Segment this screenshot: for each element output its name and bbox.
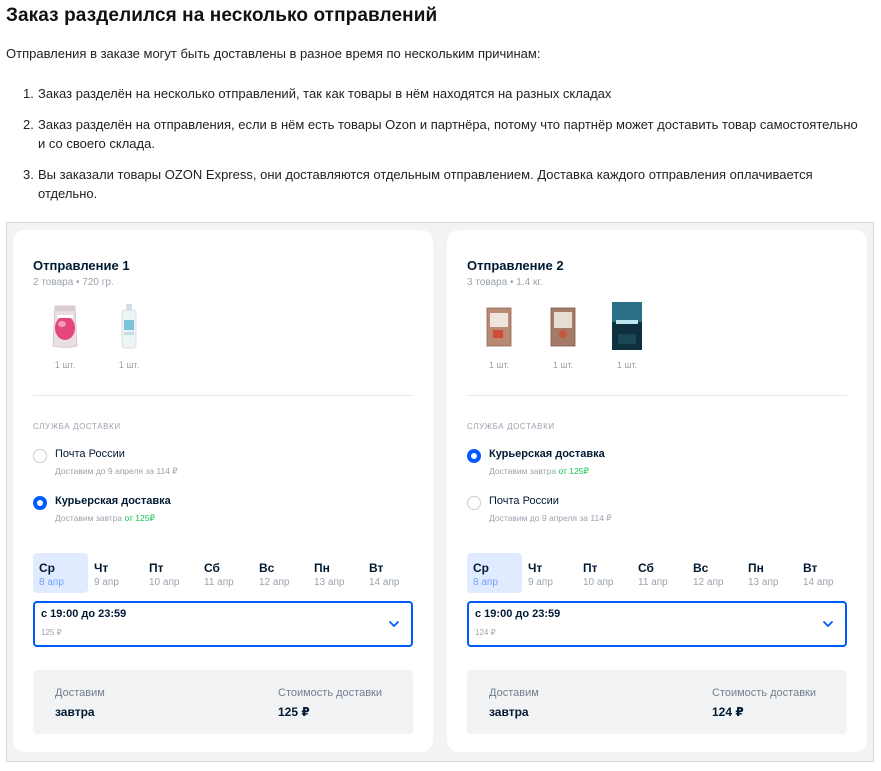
day-picker: Ср 8 апр Чт 9 апр Пт 10 апр Сб 11 апр Вс 12 а… bbox=[467, 553, 852, 593]
deliver-value: завтра bbox=[489, 705, 529, 719]
shipment-card-1: Отправление 1 2 товара • 720 гр. 1 шт. 1… bbox=[13, 230, 433, 752]
delivery-service-label: СЛУЖБА ДОСТАВКИ bbox=[33, 422, 121, 431]
time-slot-label: с 19:00 до 23:59 bbox=[41, 608, 127, 620]
day-tab-selected[interactable]: Ср 8 апр bbox=[467, 553, 522, 593]
day-tab[interactable]: Чт 9 апр bbox=[522, 553, 577, 593]
page-title: Заказ разделился на несколько отправлени… bbox=[6, 5, 438, 26]
product-qty: 1 шт. bbox=[488, 360, 510, 370]
day-tab[interactable]: Пт 10 апр bbox=[143, 553, 198, 593]
shipments-frame: Отправление 1 2 товара • 720 гр. 1 шт. 1… bbox=[6, 222, 874, 762]
product-thumbnails: 1 шт. 1 шт. bbox=[33, 300, 161, 370]
option-description: Доставим до 9 апреля за 114 ₽ bbox=[55, 466, 178, 476]
book-dark-product-icon bbox=[607, 300, 647, 352]
reason-number: 3. bbox=[23, 167, 34, 182]
chevron-down-icon bbox=[389, 621, 399, 627]
delivery-summary: Доставим завтра Стоимость доставки 125 ₽ bbox=[33, 670, 413, 734]
shipment-title: Отправление 2 bbox=[467, 258, 564, 273]
reason-number: 2. bbox=[23, 117, 34, 132]
day-tab[interactable]: Сб 11 апр bbox=[198, 553, 253, 593]
product-thumb[interactable]: 1 шт. bbox=[595, 300, 659, 370]
shipment-subtitle: 2 товара • 720 гр. bbox=[33, 277, 114, 288]
product-thumb[interactable]: 1 шт. bbox=[97, 300, 161, 370]
cost-value: 125 ₽ bbox=[278, 705, 310, 719]
reason-item: 3. Вы заказали товары OZON Express, они д… bbox=[23, 165, 868, 203]
reason-text: Вы заказали товары OZON Express, они дос… bbox=[38, 167, 813, 201]
day-tab-selected[interactable]: Ср 8 апр bbox=[33, 553, 88, 593]
radio-button[interactable] bbox=[33, 449, 47, 463]
divider bbox=[33, 395, 413, 396]
day-tab[interactable]: Пт 10 апр bbox=[577, 553, 632, 593]
product-thumb[interactable]: 1 шт. bbox=[33, 300, 97, 370]
product-thumbnails: 1 шт. 1 шт. bbox=[467, 300, 659, 370]
radio-button-selected[interactable] bbox=[467, 449, 481, 463]
product-qty: 1 шт. bbox=[552, 360, 574, 370]
time-slot-price: 125 ₽ bbox=[41, 628, 62, 637]
day-tab[interactable]: Сб 11 апр bbox=[632, 553, 687, 593]
product-thumb[interactable]: 1 шт. bbox=[467, 300, 531, 370]
day-tab[interactable]: Вс 12 апр bbox=[687, 553, 742, 593]
product-qty: 1 шт. bbox=[118, 360, 140, 370]
day-tab[interactable]: Пн 13 апр bbox=[308, 553, 363, 593]
reason-text: Заказ разделён на несколько отправлений,… bbox=[38, 86, 612, 101]
product-thumb[interactable]: 1 шт. bbox=[531, 300, 595, 370]
book-product-icon bbox=[543, 300, 583, 352]
day-tab[interactable]: Пн 13 апр bbox=[742, 553, 797, 593]
pouch-product-icon bbox=[45, 300, 85, 352]
reasons-list: 1. Заказ разделён на несколько отправлени… bbox=[23, 84, 868, 215]
option-name: Курьерская доставка bbox=[489, 448, 605, 460]
option-name: Почта России bbox=[489, 495, 559, 507]
cost-label: Стоимость доставки bbox=[278, 687, 382, 699]
reason-item: 1. Заказ разделён на несколько отправлени… bbox=[23, 84, 868, 103]
day-tab[interactable]: Вт 14 апр bbox=[363, 553, 418, 593]
time-slot-price: 124 ₽ bbox=[475, 628, 496, 637]
radio-button-selected[interactable] bbox=[33, 496, 47, 510]
option-name: Курьерская доставка bbox=[55, 495, 171, 507]
shipment-subtitle: 3 товара • 1.4 кг. bbox=[467, 277, 543, 288]
product-qty: 1 шт. bbox=[616, 360, 638, 370]
option-description: Доставим завтра от 125₽ bbox=[489, 466, 589, 476]
time-slot-select[interactable]: с 19:00 до 23:59 124 ₽ bbox=[467, 601, 847, 647]
shipment-title: Отправление 1 bbox=[33, 258, 130, 273]
option-name: Почта России bbox=[55, 448, 125, 460]
product-qty: 1 шт. bbox=[54, 360, 76, 370]
deliver-label: Доставим bbox=[489, 687, 539, 699]
day-tab[interactable]: Чт 9 апр bbox=[88, 553, 143, 593]
time-slot-select[interactable]: с 19:00 до 23:59 125 ₽ bbox=[33, 601, 413, 647]
deliver-label: Доставим bbox=[55, 687, 105, 699]
book-product-icon bbox=[479, 300, 519, 352]
option-description: Доставим завтра от 125₽ bbox=[55, 513, 155, 523]
option-description: Доставим до 9 апреля за 114 ₽ bbox=[489, 513, 612, 523]
day-tab[interactable]: Вт 14 апр bbox=[797, 553, 852, 593]
time-slot-label: с 19:00 до 23:59 bbox=[475, 608, 561, 620]
bottle-product-icon bbox=[109, 300, 149, 352]
chevron-down-icon bbox=[823, 621, 833, 627]
delivery-summary: Доставим завтра Стоимость доставки 124 ₽ bbox=[467, 670, 847, 734]
day-tab[interactable]: Вс 12 апр bbox=[253, 553, 308, 593]
cost-label: Стоимость доставки bbox=[712, 687, 816, 699]
day-picker: Ср 8 апр Чт 9 апр Пт 10 апр Сб 11 апр Вс 12 а… bbox=[33, 553, 418, 593]
shipment-card-2: Отправление 2 3 товара • 1.4 кг. 1 шт. 1… bbox=[447, 230, 867, 752]
reason-text: Заказ разделён на отправления, если в нё… bbox=[38, 117, 858, 151]
cost-value: 124 ₽ bbox=[712, 705, 744, 719]
radio-button[interactable] bbox=[467, 496, 481, 510]
divider bbox=[467, 395, 847, 396]
reason-number: 1. bbox=[23, 86, 34, 101]
intro-text: Отправления в заказе могут быть доставле… bbox=[6, 46, 541, 61]
delivery-service-label: СЛУЖБА ДОСТАВКИ bbox=[467, 422, 555, 431]
reason-item: 2. Заказ разделён на отправления, если в … bbox=[23, 115, 868, 153]
deliver-value: завтра bbox=[55, 705, 95, 719]
